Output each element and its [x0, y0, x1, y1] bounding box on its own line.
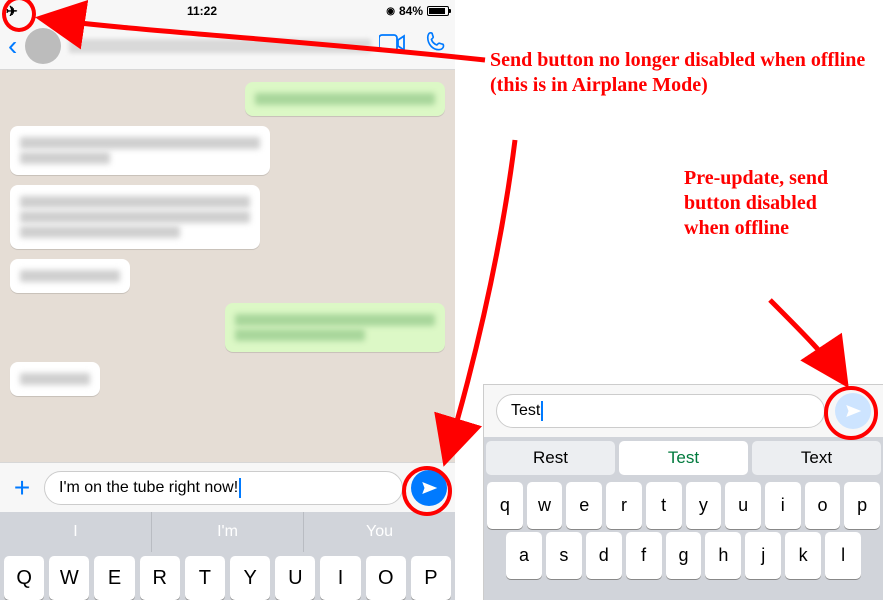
airplane-mode-icon: ✈ [6, 3, 18, 20]
key[interactable]: i [765, 482, 801, 529]
suggestion[interactable]: I [0, 512, 152, 552]
key[interactable]: d [586, 532, 622, 579]
key[interactable]: e [566, 482, 602, 529]
add-attachment-button[interactable]: + [8, 472, 36, 504]
message-input-value: I'm on the tube right now! [59, 479, 238, 497]
keyboard-row: q w e r t y u i o p [484, 479, 883, 529]
message-in [10, 185, 260, 249]
key[interactable]: T [185, 556, 225, 600]
chat-nav-bar: ‹ [0, 22, 455, 70]
phone-screenshot-right: Test Rest Test Text q w e r t y u i o p … [483, 384, 883, 600]
suggestion[interactable]: Test [619, 441, 748, 475]
key[interactable]: O [366, 556, 406, 600]
status-bar: ✈ 11:22 ◉ 84% [0, 0, 455, 22]
key[interactable]: I [320, 556, 360, 600]
annotation-text-side: Pre-update, send button disabled when of… [684, 166, 864, 241]
key[interactable]: k [785, 532, 821, 579]
key[interactable]: u [725, 482, 761, 529]
contact-avatar[interactable] [25, 28, 61, 64]
message-in [10, 362, 100, 396]
voice-call-icon[interactable] [425, 31, 447, 60]
key[interactable]: R [140, 556, 180, 600]
key[interactable]: p [844, 482, 880, 529]
message-input-value: Test [511, 402, 540, 420]
key[interactable]: y [686, 482, 722, 529]
message-out [245, 82, 445, 116]
key[interactable]: f [626, 532, 662, 579]
suggestion[interactable]: Text [752, 441, 881, 475]
contact-name-blurred [69, 39, 371, 53]
key[interactable]: w [527, 482, 563, 529]
suggestion[interactable]: You [304, 512, 455, 552]
message-input-bar: + I'm on the tube right now! [0, 462, 455, 512]
battery-icon [427, 6, 449, 16]
message-text-input[interactable]: I'm on the tube right now! [44, 471, 403, 505]
chat-messages-area [0, 70, 455, 462]
text-caret [239, 478, 241, 498]
message-out [225, 303, 445, 352]
keyboard-suggestions: I I'm You [0, 512, 455, 552]
status-time: 11:22 [187, 4, 217, 18]
back-button[interactable]: ‹ [8, 30, 17, 62]
keyboard-suggestions: Rest Test Text [484, 437, 883, 479]
key[interactable]: q [487, 482, 523, 529]
key[interactable]: Q [4, 556, 44, 600]
key[interactable]: U [275, 556, 315, 600]
video-call-icon[interactable] [379, 31, 405, 60]
send-button-enabled[interactable] [411, 470, 447, 506]
key[interactable]: l [825, 532, 861, 579]
key[interactable]: r [606, 482, 642, 529]
suggestion[interactable]: I'm [152, 512, 304, 552]
keyboard-row: a s d f g h j k l [484, 529, 883, 579]
key[interactable]: a [506, 532, 542, 579]
key[interactable]: h [705, 532, 741, 579]
keyboard-row: Q W E R T Y U I O P [0, 552, 455, 600]
message-input-bar: Test [484, 385, 883, 437]
key[interactable]: P [411, 556, 451, 600]
key[interactable]: E [94, 556, 134, 600]
phone-screenshot-left: ✈ 11:22 ◉ 84% ‹ [0, 0, 455, 600]
key[interactable]: s [546, 532, 582, 579]
text-caret [541, 401, 543, 421]
key[interactable]: j [745, 532, 781, 579]
key[interactable]: g [666, 532, 702, 579]
key[interactable]: Y [230, 556, 270, 600]
key[interactable]: t [646, 482, 682, 529]
message-text-input[interactable]: Test [496, 394, 825, 428]
message-in [10, 259, 130, 293]
battery-percent: 84% [399, 4, 423, 18]
annotation-text-main: Send button no longer disabled when offl… [490, 48, 870, 98]
message-in [10, 126, 270, 175]
key[interactable]: W [49, 556, 89, 600]
send-button-disabled [835, 393, 871, 429]
key[interactable]: o [805, 482, 841, 529]
suggestion[interactable]: Rest [486, 441, 615, 475]
